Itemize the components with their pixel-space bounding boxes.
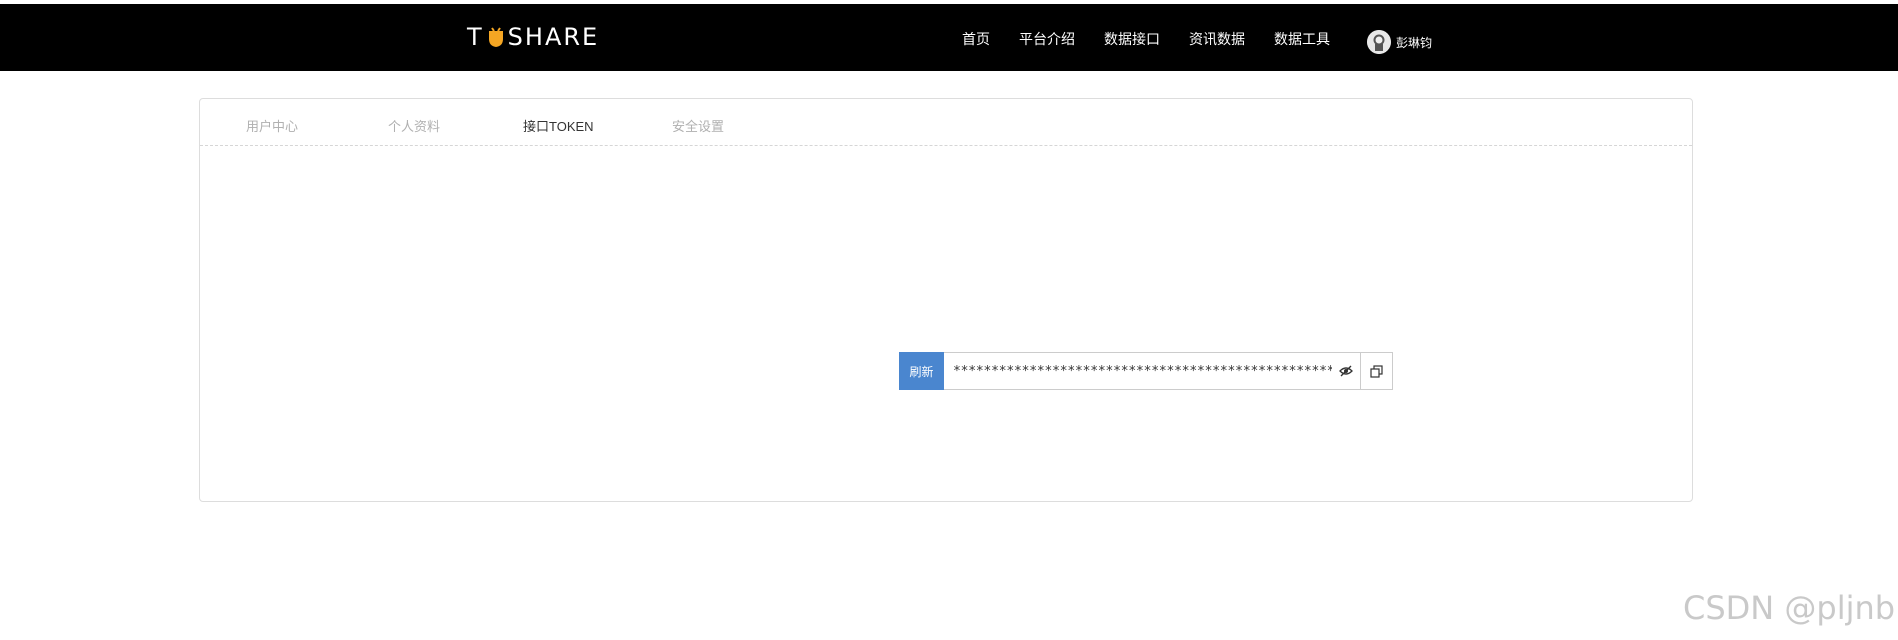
eye-icon[interactable]	[1332, 353, 1360, 389]
avatar-silhouette-icon	[1367, 30, 1391, 54]
top-navigation-bar: T SHARE 首页 平台介绍 数据接口 资讯数据 数据工具 彭琳钧	[0, 4, 1898, 71]
tab-user-center[interactable]: 用户中心	[246, 116, 298, 135]
tab-profile[interactable]: 个人资料	[388, 116, 440, 135]
copy-token-button[interactable]	[1360, 352, 1393, 390]
user-menu[interactable]: 彭琳钧	[1367, 30, 1432, 54]
token-field[interactable]: ****************************************…	[944, 352, 1360, 390]
tab-api-token[interactable]: 接口TOKEN	[523, 116, 594, 135]
nav-news-data[interactable]: 资讯数据	[1189, 29, 1245, 49]
token-input-group: 刷新 *************************************…	[899, 352, 1393, 390]
nav-data-api[interactable]: 数据接口	[1104, 29, 1160, 49]
tab-security-settings[interactable]: 安全设置	[672, 116, 724, 135]
refresh-token-button[interactable]: 刷新	[899, 352, 944, 390]
user-name[interactable]: 彭琳钧	[1396, 34, 1432, 51]
logo-mark-icon	[488, 27, 503, 47]
account-tabs: 用户中心 个人资料 接口TOKEN 安全设置	[200, 99, 1692, 146]
token-masked-value[interactable]: ****************************************…	[944, 364, 1332, 379]
nav-data-tools[interactable]: 数据工具	[1274, 29, 1330, 49]
logo-letter-t: T	[467, 23, 484, 51]
eye-slash-icon	[1339, 365, 1353, 377]
user-avatar-icon[interactable]	[1367, 30, 1391, 54]
logo-text: SHARE	[507, 23, 600, 51]
nav-platform-intro[interactable]: 平台介绍	[1019, 29, 1075, 49]
tushare-logo[interactable]: T SHARE	[467, 22, 599, 52]
account-panel: 用户中心 个人资料 接口TOKEN 安全设置 刷新 **************…	[199, 98, 1693, 502]
csdn-watermark: CSDN @pljnb	[1683, 589, 1896, 627]
main-nav: 首页 平台介绍 数据接口 资讯数据 数据工具	[962, 29, 1359, 49]
copy-icon	[1370, 364, 1383, 378]
nav-home[interactable]: 首页	[962, 29, 990, 49]
